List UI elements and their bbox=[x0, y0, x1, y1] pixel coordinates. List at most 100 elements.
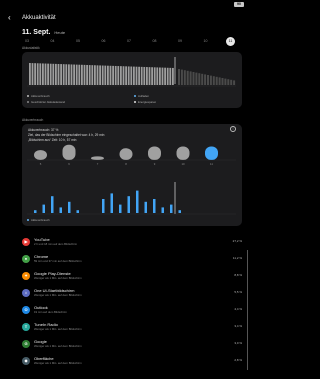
estimated-level-bar bbox=[189, 71, 192, 85]
battery-level-bar bbox=[146, 67, 148, 85]
app-detail: Weniger als 1 Min. auf dem Bildschirm bbox=[34, 361, 82, 365]
hourly-usage-bar bbox=[153, 199, 156, 213]
hourly-usage-bar bbox=[59, 207, 62, 213]
app-percentage: 11,2 % bbox=[232, 256, 242, 260]
hourly-usage-bar bbox=[102, 199, 105, 213]
daily-usage-bar bbox=[119, 148, 133, 160]
legend-item: Geschätzter Akkuladestand bbox=[27, 100, 65, 104]
daily-usage-bar bbox=[205, 146, 218, 160]
battery-level-bar bbox=[120, 66, 122, 85]
estimated-level-bar bbox=[224, 78, 227, 85]
day-item[interactable]: 04 bbox=[48, 37, 58, 46]
daily-usage-bar bbox=[91, 156, 104, 160]
estimated-level-bar bbox=[198, 73, 201, 85]
battery-level-bar bbox=[159, 67, 161, 85]
app-icon: ◆ bbox=[22, 357, 30, 365]
card-label: Akkustatistik bbox=[22, 46, 40, 50]
app-icon: O bbox=[22, 306, 30, 314]
battery-icon: 90 bbox=[234, 2, 244, 7]
battery-level-bar bbox=[99, 65, 101, 85]
battery-level-bar bbox=[36, 63, 39, 85]
battery-level-bar bbox=[49, 63, 52, 85]
hourly-usage-bar bbox=[51, 196, 54, 213]
date-header: 11. Sept. Heute bbox=[22, 29, 65, 36]
battery-level-bar bbox=[75, 64, 78, 85]
battery-level-bar bbox=[161, 67, 164, 85]
daily-usage-bar bbox=[34, 150, 47, 160]
app-detail: Weniger als 1 Min. auf dem Bildschirm bbox=[34, 327, 82, 331]
estimated-level-bar bbox=[204, 74, 207, 85]
day-item[interactable]: 07 bbox=[124, 37, 134, 46]
day-item[interactable]: 08 bbox=[150, 37, 160, 46]
card-label: Akkuverbrauch bbox=[22, 118, 44, 122]
battery-level-bar bbox=[96, 65, 99, 85]
app-percentage: 2,8 % bbox=[234, 358, 242, 362]
battery-level-bar bbox=[83, 64, 86, 85]
app-row[interactable]: ● Chrome 59 min und 37 min auf dem Bildsch… bbox=[20, 253, 244, 267]
app-percentage: 27,2 % bbox=[232, 239, 242, 243]
back-arrow-icon[interactable]: ‹ bbox=[8, 14, 16, 22]
app-detail: Weniger als 1 Min. auf dem Bildschirm bbox=[34, 344, 82, 348]
battery-level-bar bbox=[156, 67, 159, 85]
battery-level-bar bbox=[91, 65, 94, 85]
app-icon: ✦ bbox=[22, 272, 30, 280]
day-tick-label: 6 bbox=[68, 162, 70, 166]
estimated-level-bar bbox=[209, 75, 212, 85]
battery-level-bar bbox=[151, 67, 153, 85]
app-row[interactable]: G Google Weniger als 1 Min. auf dem Bildsc… bbox=[20, 338, 244, 352]
day-item[interactable]: 05 bbox=[73, 37, 83, 46]
hourly-usage-bar bbox=[170, 204, 173, 213]
battery-level-bar bbox=[101, 65, 104, 85]
app-percentage: 4,4 % bbox=[234, 307, 242, 311]
app-icon: G bbox=[22, 340, 30, 348]
battery-level-bar bbox=[143, 66, 146, 85]
legend-item: Aufladen bbox=[134, 94, 149, 98]
app-row[interactable]: O Outlook 19 min auf dem Bildschirm 4,4 % bbox=[20, 304, 244, 318]
app-row[interactable]: ◆ Oberfläche Weniger als 1 Min. auf dem Bi… bbox=[20, 355, 244, 369]
battery-level-bar bbox=[94, 65, 96, 85]
legend-item: Akkuverbrauch bbox=[27, 94, 50, 98]
battery-level-bar bbox=[127, 66, 130, 85]
estimated-level-bar bbox=[212, 76, 215, 85]
estimated-level-bar bbox=[215, 76, 218, 85]
battery-level-bar bbox=[153, 67, 156, 85]
battery-level-bar bbox=[62, 64, 65, 85]
day-item[interactable]: 06 bbox=[99, 37, 109, 46]
top-bar: ‹ Akkuaktivität bbox=[8, 14, 56, 22]
day-item[interactable]: 10 bbox=[201, 37, 211, 46]
day-tick-label: 9 bbox=[154, 162, 156, 166]
battery-level-bar bbox=[65, 64, 68, 85]
app-icon: ▶ bbox=[22, 238, 30, 246]
app-detail: 2 h und 18 min auf dem Bildschirm bbox=[34, 242, 78, 246]
app-percentage: 5,5 % bbox=[234, 290, 242, 294]
estimated-level-bar bbox=[207, 75, 209, 85]
battery-level-bar bbox=[34, 63, 36, 85]
hourly-usage-bar bbox=[119, 204, 122, 213]
app-row[interactable]: T TuneIn Radio Weniger als 1 Min. auf dem … bbox=[20, 321, 244, 335]
day-item[interactable]: 11 bbox=[226, 37, 235, 46]
app-percentage: 3,4 % bbox=[234, 324, 242, 328]
day-item[interactable]: 03 bbox=[22, 37, 32, 46]
battery-level-bar bbox=[107, 65, 109, 85]
app-icon: ● bbox=[22, 255, 30, 263]
app-detail: 19 min auf dem Bildschirm bbox=[34, 310, 67, 314]
estimated-level-bar bbox=[195, 72, 198, 85]
date-sub: Heute bbox=[54, 30, 66, 35]
app-row[interactable]: ✦ Google Play-Dienste Weniger als 1 Min. a… bbox=[20, 270, 244, 284]
app-row[interactable]: ⌂ One UI-Startbildschirm Weniger als 1 Min… bbox=[20, 287, 244, 301]
status-bar: 90 bbox=[0, 0, 250, 8]
battery-level-bar bbox=[39, 63, 42, 85]
battery-level-bar bbox=[60, 64, 62, 85]
estimated-level-bar bbox=[180, 69, 183, 85]
day-tick-label: 11 bbox=[210, 162, 213, 166]
battery-level-bar bbox=[57, 63, 60, 85]
scrollbar[interactable] bbox=[247, 250, 248, 370]
legend-item: Energiesparen bbox=[134, 100, 156, 104]
day-item[interactable]: 09 bbox=[175, 37, 185, 46]
estimated-level-bar bbox=[201, 73, 204, 85]
battery-level-bar bbox=[29, 63, 31, 85]
date-label: 11. Sept. bbox=[22, 29, 51, 36]
battery-level-bar bbox=[73, 64, 75, 85]
app-row[interactable]: ▶ YouTube 2 h und 18 min auf dem Bildschir… bbox=[20, 236, 244, 250]
estimated-level-bar bbox=[218, 77, 221, 85]
